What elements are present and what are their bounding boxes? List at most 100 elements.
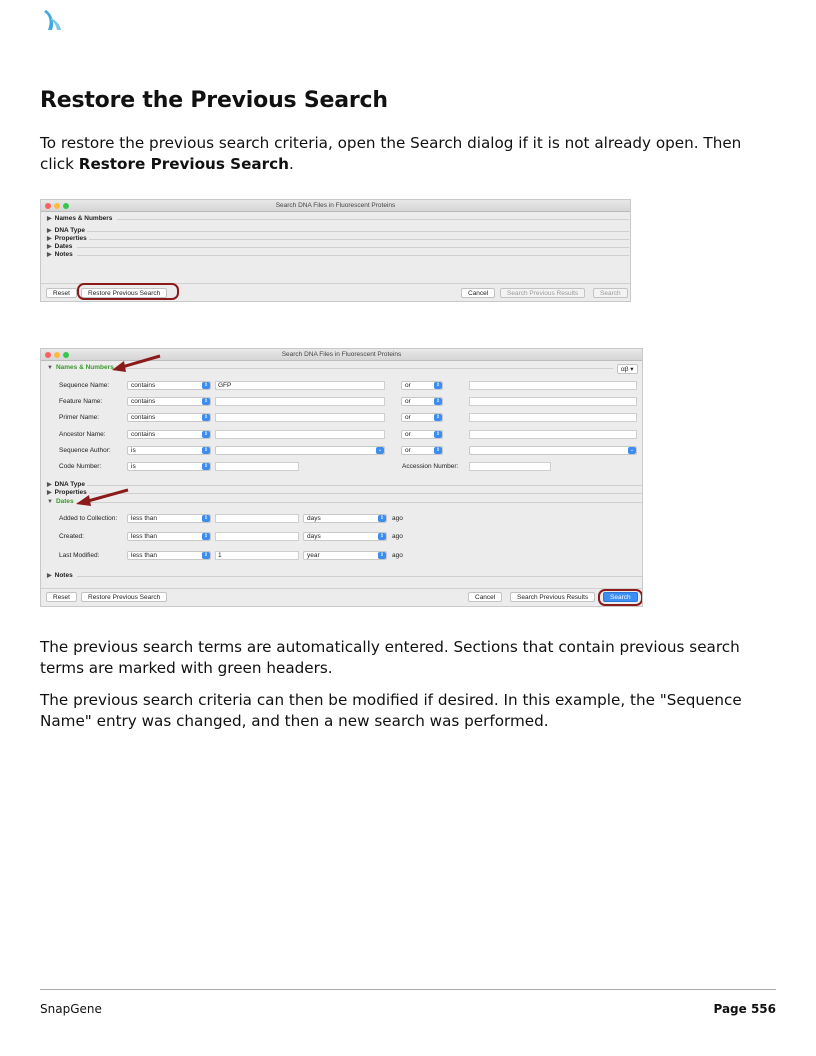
highlight-circle [77, 283, 179, 300]
stepper-icon: ⇕ [202, 463, 210, 470]
stepper-icon: ⇕ [202, 382, 210, 389]
dialog-title: Search DNA Files in Fluorescent Proteins [275, 202, 396, 209]
operator-select[interactable]: contains ⇕ [127, 381, 211, 390]
chevron-down-icon: ⌄ [628, 447, 636, 454]
stepper-icon: ⇕ [378, 515, 386, 522]
window-controls [45, 352, 69, 358]
search-dialog-collapsed: Search DNA Files in Fluorescent Proteins… [40, 199, 631, 302]
alt-value-input[interactable] [469, 381, 637, 390]
stepper-icon: ⇕ [434, 382, 442, 389]
operator-select[interactable]: less than ⇕ [127, 551, 211, 560]
sequence-name-input[interactable]: GFP [215, 381, 385, 390]
accession-number-input[interactable] [469, 462, 551, 471]
operator-select[interactable]: is ⇕ [127, 446, 211, 455]
search-previous-results-button[interactable]: Search Previous Results [500, 288, 586, 298]
section-dates[interactable]: ▶ Dates [47, 243, 629, 250]
operator-select[interactable]: less than ⇕ [127, 532, 211, 541]
join-select[interactable]: or ⇕ [401, 413, 443, 422]
alt-author-select[interactable]: ⌄ [469, 446, 637, 455]
join-select[interactable]: or ⇕ [401, 381, 443, 390]
feature-name-input[interactable] [215, 397, 385, 406]
divider [123, 368, 613, 369]
footer-page-number: Page 556 [713, 1002, 776, 1016]
primer-name-input[interactable] [215, 413, 385, 422]
row-label: Ancestor Name: [59, 431, 106, 438]
ago-label: ago [392, 552, 403, 559]
disclosure-triangle-icon: ▶ [47, 252, 52, 258]
search-previous-results-button[interactable]: Search Previous Results [510, 592, 596, 602]
section-names-numbers[interactable]: ▶ Names & Numbers [47, 215, 629, 222]
zoom-icon[interactable] [63, 203, 69, 209]
disclosure-triangle-icon: ▶ [47, 573, 52, 579]
chevron-down-icon: ⌄ [376, 447, 384, 454]
stepper-icon: ⇕ [378, 552, 386, 559]
zoom-icon[interactable] [63, 352, 69, 358]
annotation-arrow-icon [76, 488, 129, 506]
divider [87, 231, 629, 232]
alpha-beta-menu-button[interactable]: αβ ▾ [617, 364, 638, 374]
operator-select[interactable]: contains ⇕ [127, 397, 211, 406]
operator-select[interactable]: contains ⇕ [127, 413, 211, 422]
section-dna-type[interactable]: ▶ DNA Type [47, 227, 629, 234]
section-notes[interactable]: ▶ Notes [47, 572, 642, 579]
join-select[interactable]: or ⇕ [401, 430, 443, 439]
footer-divider [40, 989, 776, 990]
section-properties[interactable]: ▶ Properties [47, 235, 629, 242]
stepper-icon: ⇕ [202, 431, 210, 438]
amount-input[interactable]: 1 [215, 551, 299, 560]
stepper-icon: ⇕ [434, 431, 442, 438]
select-value: contains [131, 398, 156, 405]
ancestor-name-input[interactable] [215, 430, 385, 439]
disclosure-open-icon: ▼ [47, 364, 53, 371]
minimize-icon[interactable] [54, 203, 60, 209]
unit-select[interactable]: days ⇕ [303, 514, 387, 523]
close-icon[interactable] [45, 203, 51, 209]
reset-button[interactable]: Reset [46, 288, 77, 298]
select-value: year [307, 552, 320, 559]
disclosure-triangle-icon: ▶ [47, 244, 52, 250]
row-label: Sequence Name: [59, 382, 110, 389]
annotation-arrow-icon [112, 354, 161, 372]
section-names-numbers[interactable]: ▼ Names & Numbers [47, 364, 613, 371]
stepper-icon: ⇕ [202, 414, 210, 421]
restore-previous-search-button[interactable]: Restore Previous Search [81, 592, 168, 602]
unit-select[interactable]: days ⇕ [303, 532, 387, 541]
divider [77, 576, 642, 577]
operator-select[interactable]: contains ⇕ [127, 430, 211, 439]
section-label: Notes [54, 572, 73, 579]
row-label: Sequence Author: [59, 447, 111, 454]
section-label: Names & Numbers [54, 215, 113, 222]
dialog-button-bar: Reset Restore Previous Search Cancel Sea… [41, 588, 642, 606]
search-button[interactable]: Search [593, 288, 628, 298]
disclosure-triangle-icon: ▶ [47, 228, 52, 234]
page-title: Restore the Previous Search [40, 88, 388, 113]
unit-select[interactable]: year ⇕ [303, 551, 387, 560]
select-value: or [405, 382, 411, 389]
sequence-author-select[interactable]: ⌄ [215, 446, 385, 455]
disclosure-triangle-icon: ▶ [47, 216, 52, 222]
row-label: Created: [59, 533, 84, 540]
select-value: is [131, 447, 136, 454]
alt-value-input[interactable] [469, 397, 637, 406]
section-dates[interactable]: ▼ Dates [47, 498, 642, 505]
amount-input[interactable] [215, 514, 299, 523]
join-select[interactable]: or ⇕ [401, 397, 443, 406]
close-icon[interactable] [45, 352, 51, 358]
section-notes[interactable]: ▶ Notes [47, 251, 629, 258]
operator-select[interactable]: is ⇕ [127, 462, 211, 471]
amount-input[interactable] [215, 532, 299, 541]
cancel-button[interactable]: Cancel [461, 288, 496, 298]
minimize-icon[interactable] [54, 352, 60, 358]
alt-value-input[interactable] [469, 430, 637, 439]
stepper-icon: ⇕ [202, 398, 210, 405]
stepper-icon: ⇕ [202, 552, 210, 559]
row-label: Feature Name: [59, 398, 103, 405]
cancel-button[interactable]: Cancel [468, 592, 503, 602]
reset-button[interactable]: Reset [46, 592, 77, 602]
code-number-input[interactable] [215, 462, 299, 471]
disclosure-triangle-icon: ▶ [47, 490, 52, 496]
join-select[interactable]: or ⇕ [401, 446, 443, 455]
divider [117, 219, 629, 220]
alt-value-input[interactable] [469, 413, 637, 422]
operator-select[interactable]: less than ⇕ [127, 514, 211, 523]
